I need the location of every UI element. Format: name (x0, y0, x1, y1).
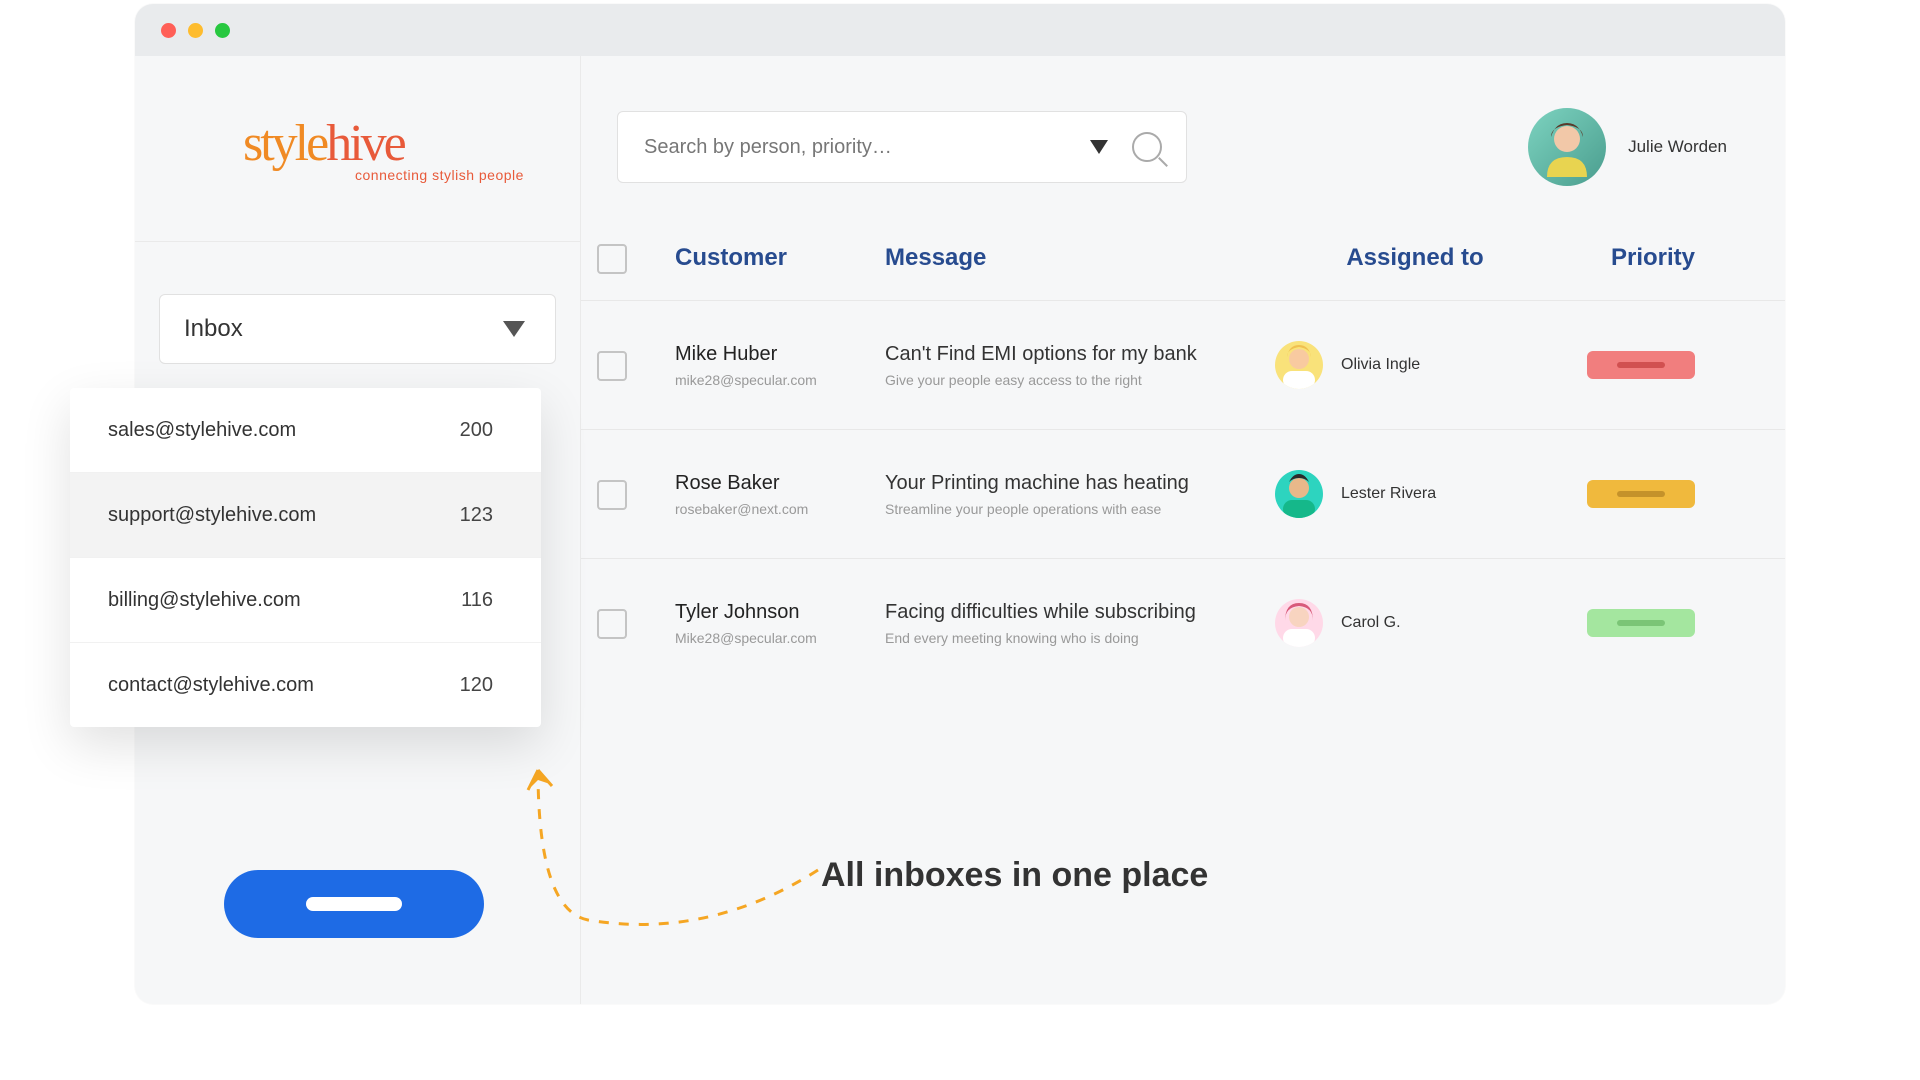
inbox-option-email: support@stylehive.com (108, 504, 316, 527)
select-all-checkbox[interactable] (597, 244, 627, 274)
priority-badge-high (1587, 351, 1695, 379)
message-preview: Streamline your people operations with e… (885, 501, 1275, 517)
inbox-option-email: billing@stylehive.com (108, 589, 301, 612)
titlebar (135, 4, 1785, 56)
search-icon[interactable] (1132, 132, 1162, 162)
assignee-name: Lester Rivera (1341, 485, 1436, 503)
inbox-option-count: 123 (460, 504, 493, 527)
customer-name: Rose Baker (675, 472, 885, 495)
logo: stylehive connecting stylish people (135, 56, 580, 242)
primary-action-button[interactable] (224, 870, 484, 938)
priority-badge-medium (1587, 480, 1695, 508)
row-checkbox[interactable] (597, 609, 627, 639)
avatar (1528, 108, 1606, 186)
inbox-option-count: 120 (460, 674, 493, 697)
row-checkbox[interactable] (597, 351, 627, 381)
col-customer: Customer (675, 244, 885, 272)
inbox-option-count: 200 (460, 419, 493, 442)
messages-table: Customer Message Assigned to Priority Mi… (581, 242, 1785, 687)
inbox-option[interactable]: billing@stylehive.com 116 (70, 557, 541, 642)
customer-email: mike28@specular.com (675, 372, 885, 388)
message-subject: Can't Find EMI options for my bank (885, 343, 1275, 366)
logo-part-a: style (243, 115, 326, 172)
window-zoom-icon[interactable] (215, 23, 230, 38)
assignee-name: Carol G. (1341, 614, 1401, 632)
avatar (1275, 470, 1323, 518)
customer-name: Mike Huber (675, 343, 885, 366)
inbox-option[interactable]: support@stylehive.com 123 (70, 472, 541, 557)
customer-email: rosebaker@next.com (675, 501, 885, 517)
priority-badge-low (1587, 609, 1695, 637)
inbox-option-count: 116 (461, 589, 493, 612)
inbox-option[interactable]: sales@stylehive.com 200 (70, 388, 541, 472)
inbox-dropdown-label: Inbox (184, 315, 243, 343)
inbox-dropdown[interactable]: Inbox (159, 294, 556, 364)
assignee: Carol G. (1275, 599, 1555, 647)
main-panel: Julie Worden Customer Message Assigned t… (581, 56, 1785, 1004)
assignee-name: Olivia Ingle (1341, 356, 1420, 374)
current-user-chip[interactable]: Julie Worden (1528, 108, 1727, 186)
callout-caption: All inboxes in one place (821, 856, 1208, 895)
button-label-placeholder (306, 897, 402, 911)
table-header: Customer Message Assigned to Priority (581, 242, 1785, 300)
avatar (1275, 599, 1323, 647)
assignee: Olivia Ingle (1275, 341, 1555, 389)
assignee: Lester Rivera (1275, 470, 1555, 518)
col-priority: Priority (1555, 244, 1695, 272)
message-preview: End every meeting knowing who is doing (885, 630, 1275, 646)
header-row: Julie Worden (581, 56, 1785, 186)
inbox-dropdown-menu: sales@stylehive.com 200 support@stylehiv… (70, 388, 541, 727)
table-row[interactable]: Mike Huber mike28@specular.com Can't Fin… (581, 300, 1785, 429)
avatar (1275, 341, 1323, 389)
window-minimize-icon[interactable] (188, 23, 203, 38)
col-assigned: Assigned to (1275, 244, 1555, 272)
message-subject: Facing difficulties while subscribing (885, 601, 1275, 624)
inbox-option[interactable]: contact@stylehive.com 120 (70, 642, 541, 727)
logo-part-b: hive (326, 115, 404, 172)
row-checkbox[interactable] (597, 480, 627, 510)
filter-icon[interactable] (1090, 140, 1108, 154)
search-input[interactable] (642, 135, 1090, 160)
table-row[interactable]: Tyler Johnson Mike28@specular.com Facing… (581, 558, 1785, 687)
chevron-down-icon (503, 321, 525, 337)
message-subject: Your Printing machine has heating (885, 472, 1275, 495)
current-user-name: Julie Worden (1628, 137, 1727, 157)
logo-tagline: connecting stylish people (355, 167, 580, 183)
window-close-icon[interactable] (161, 23, 176, 38)
inbox-option-email: sales@stylehive.com (108, 419, 296, 442)
customer-name: Tyler Johnson (675, 601, 885, 624)
inbox-option-email: contact@stylehive.com (108, 674, 314, 697)
table-row[interactable]: Rose Baker rosebaker@next.com Your Print… (581, 429, 1785, 558)
customer-email: Mike28@specular.com (675, 630, 885, 646)
search-box[interactable] (617, 111, 1187, 183)
message-preview: Give your people easy access to the righ… (885, 372, 1275, 388)
col-message: Message (885, 244, 1275, 272)
